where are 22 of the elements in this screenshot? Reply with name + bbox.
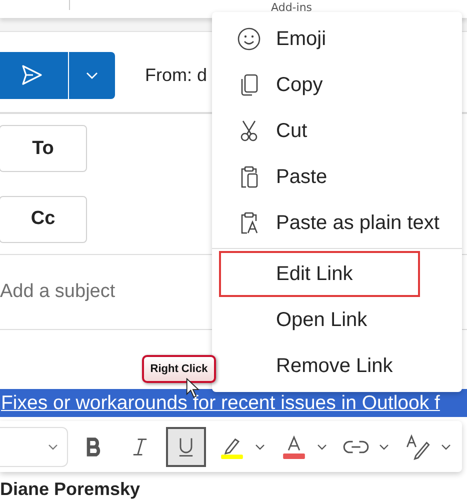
font-color-icon: [282, 434, 306, 459]
menu-item[interactable]: Emoji: [219, 16, 456, 62]
right-click-callout: Right Click: [142, 355, 216, 383]
selected-link[interactable]: Fixes or workarounds for recent issues in Outlook f: [0, 389, 467, 418]
underline-button[interactable]: [166, 426, 206, 467]
cc-button[interactable]: Cc: [0, 196, 87, 243]
send-icon: [20, 63, 44, 88]
menu-item[interactable]: Remove Link: [219, 343, 456, 389]
signature-name: Diane Poremsky: [0, 478, 142, 500]
send-split-button[interactable]: [0, 52, 115, 99]
menu-item[interactable]: Paste as plain text: [219, 200, 456, 246]
menu-item[interactable]: Copy: [219, 62, 456, 108]
menu-item[interactable]: Paste: [219, 154, 456, 200]
to-button[interactable]: To: [0, 125, 87, 172]
ribbon-group-label: Add-ins: [271, 1, 312, 14]
styles-pen-icon: [405, 434, 431, 460]
menu-item[interactable]: Edit Link: [219, 251, 420, 297]
menu-item[interactable]: Open Link: [219, 297, 456, 343]
menu-item[interactable]: Cut: [219, 108, 456, 154]
link-icon: [343, 438, 369, 455]
smiley-icon: [236, 27, 260, 51]
from-label: From: d: [145, 64, 208, 86]
